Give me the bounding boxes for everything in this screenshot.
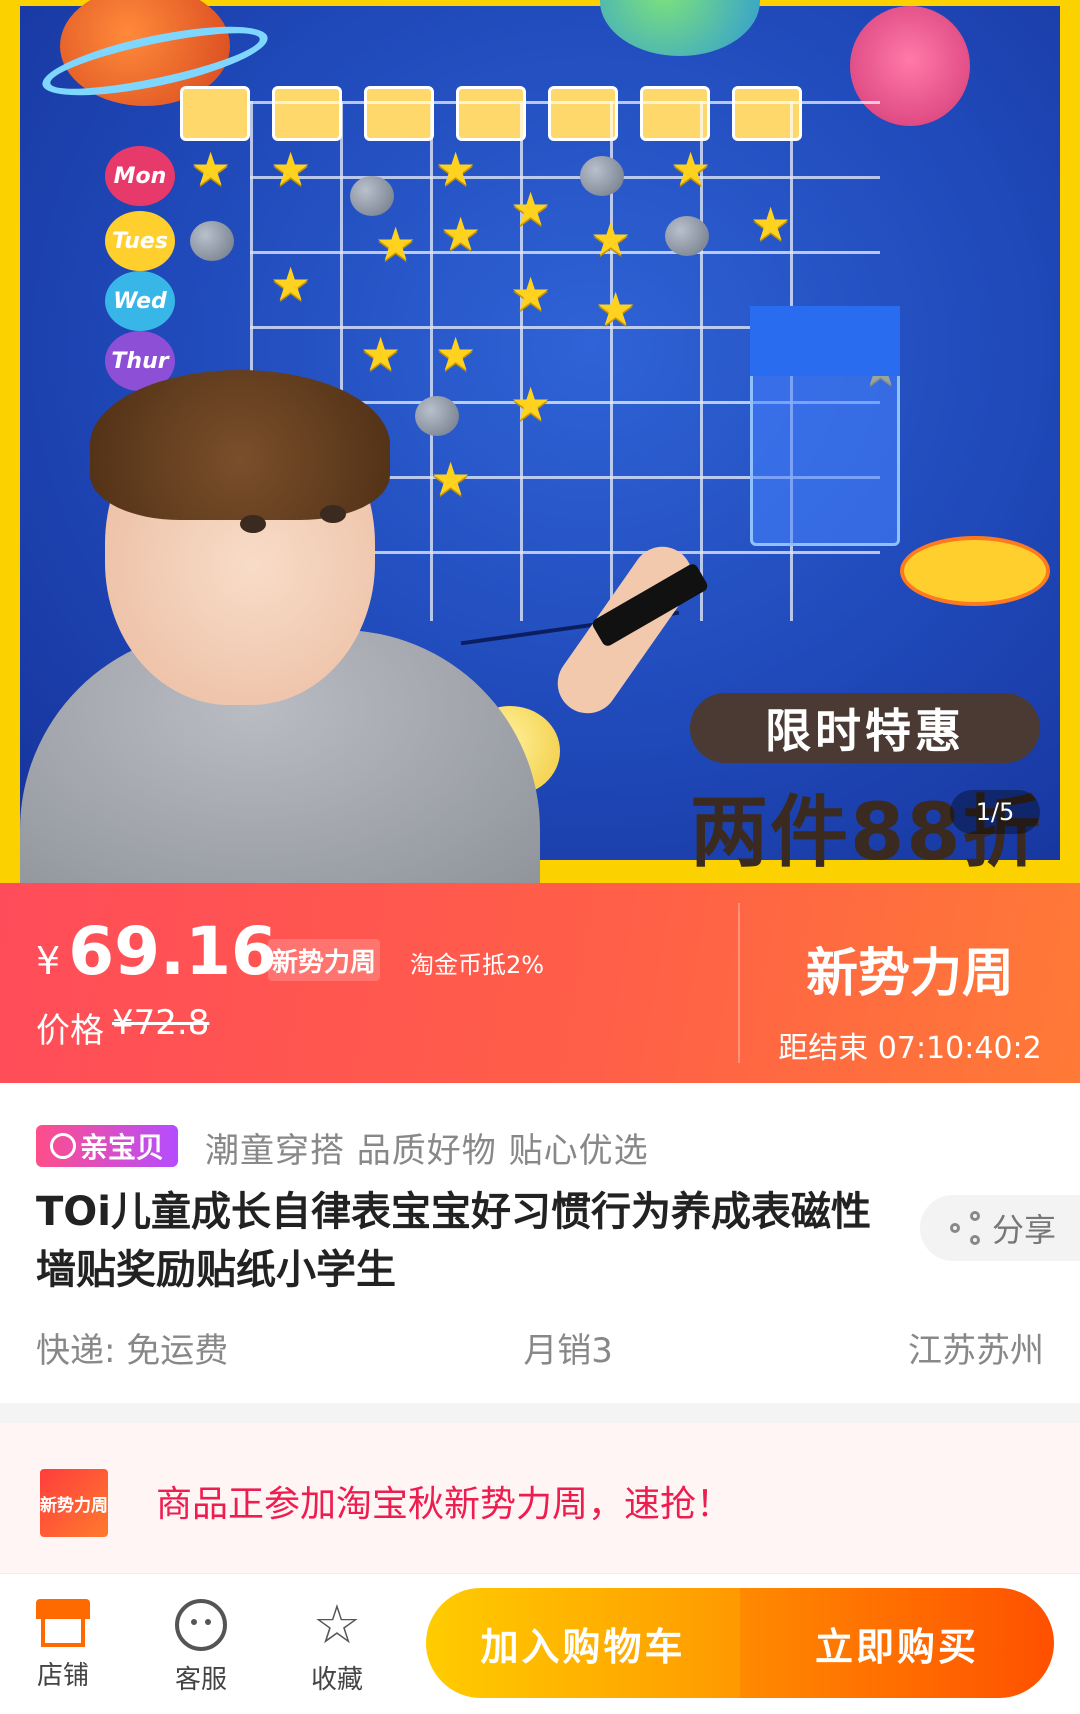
favorite-label: 收藏 [310,1665,363,1695]
shop-label: 店铺 [36,1661,89,1691]
rock-sticker [580,156,624,196]
product-image-carousel[interactable]: Mon Tues Wed Thur ★ ★ ★ ★ ★ ★ ★ ★ ★ ★ ★ … [0,0,1080,883]
search-icon [50,1133,76,1159]
customer-service-icon [175,1599,227,1651]
buy-now-button[interactable]: 立即购买 [740,1588,1054,1698]
star-sticker-icon: ★ [750,197,792,251]
original-price: 价格 ¥72.8 [36,1003,209,1052]
star-sticker-icon: ★ [510,182,552,236]
child-eye [320,505,346,523]
badge-label: 亲宝贝 [80,1131,165,1164]
rock-sticker [350,176,394,216]
star-sticker-icon: ★ [510,267,552,321]
event-title: 新势力周 [805,944,1014,1004]
star-sticker-icon: ★ [430,452,472,506]
countdown-timer: 距结束 07:10:40:2 [778,1031,1042,1066]
event-logo: 新势力周 [40,1469,108,1537]
original-price-label: 价格 [36,1011,104,1051]
customer-service-button[interactable]: 客服 [146,1599,256,1696]
day-label: Tues [105,211,175,271]
shop-button[interactable]: 店铺 [8,1599,118,1692]
day-label: Mon [105,146,175,206]
product-title: TOi儿童成长自律表宝宝好习惯行为养成表磁性墙贴奖励贴纸小学生 [36,1189,871,1293]
qinbaobei-badge[interactable]: 亲宝贝 [36,1125,179,1167]
share-label: 分享 [992,1211,1057,1249]
product-meta-row: 快递: 免运费 月销3 江苏苏州 [36,1323,1044,1372]
shop-icon [36,1599,90,1647]
add-to-cart-button[interactable]: 加入购物车 [426,1588,740,1698]
event-notice[interactable]: 新势力周 商品正参加淘宝秋新势力周，速抢！ [0,1423,1080,1573]
section-gap [0,1403,1080,1423]
child-hair [90,370,390,520]
carousel-page-indicator: 1/5 [950,790,1040,834]
star-sticker-icon: ★ [595,282,637,336]
star-sticker-icon: ★ [360,327,402,381]
coin-discount-note: 淘金币抵2% [410,951,545,979]
original-price-value: ¥72.8 [112,1003,210,1043]
star-sticker-icon: ★ [510,377,552,431]
star-sticker-icon: ★ [270,142,312,196]
ship-from-location: 江苏苏州 [908,1331,1044,1371]
ufo-illustration [900,536,1050,606]
rock-sticker [665,216,709,256]
service-label: 客服 [174,1665,227,1695]
star-sticker-icon: ★ [190,142,232,196]
star-icon: ☆ [312,1593,362,1656]
share-button[interactable]: 分享 [920,1195,1080,1261]
star-sticker-icon: ★ [435,142,477,196]
card-pocket-top [750,306,900,376]
current-price: ¥ 69.16 [36,913,277,990]
product-info: 亲宝贝 潮童穿搭 品质好物 贴心优选 TOi儿童成长自律表宝宝好习惯行为养成表磁… [0,1083,1080,1403]
currency-symbol: ¥ [36,939,61,983]
share-icon [950,1211,984,1245]
rock-sticker [415,396,459,436]
rock-sticker [190,221,234,261]
favorite-button[interactable]: ☆ 收藏 [282,1593,392,1696]
star-sticker-icon: ★ [375,217,417,271]
notice-text: 商品正参加淘宝秋新势力周，速抢！ [156,1484,733,1525]
event-tag: 新势力周 [268,939,380,981]
earth-illustration [600,0,760,56]
price-banner: ¥ 69.16 新势力周 淘金币抵2% 价格 ¥72.8 新势力周 距结束 07… [0,883,1080,1083]
bottom-action-bar: 店铺 客服 ☆ 收藏 加入购物车 立即购买 [0,1573,1080,1714]
star-sticker-icon: ★ [435,327,477,381]
star-sticker-icon: ★ [270,257,312,311]
price-value: 69.16 [68,913,277,990]
product-tagline: 潮童穿搭 品质好物 贴心优选 [205,1131,649,1171]
star-sticker-icon: ★ [440,207,482,261]
star-sticker-icon: ★ [670,142,712,196]
monthly-sales: 月销3 [523,1331,613,1371]
day-label: Wed [105,271,175,331]
star-sticker-icon: ★ [590,212,632,266]
promo-limited-time: 限时特惠 [690,693,1040,763]
child-eye [240,515,266,533]
shipping-info: 快递: 免运费 [36,1331,229,1371]
